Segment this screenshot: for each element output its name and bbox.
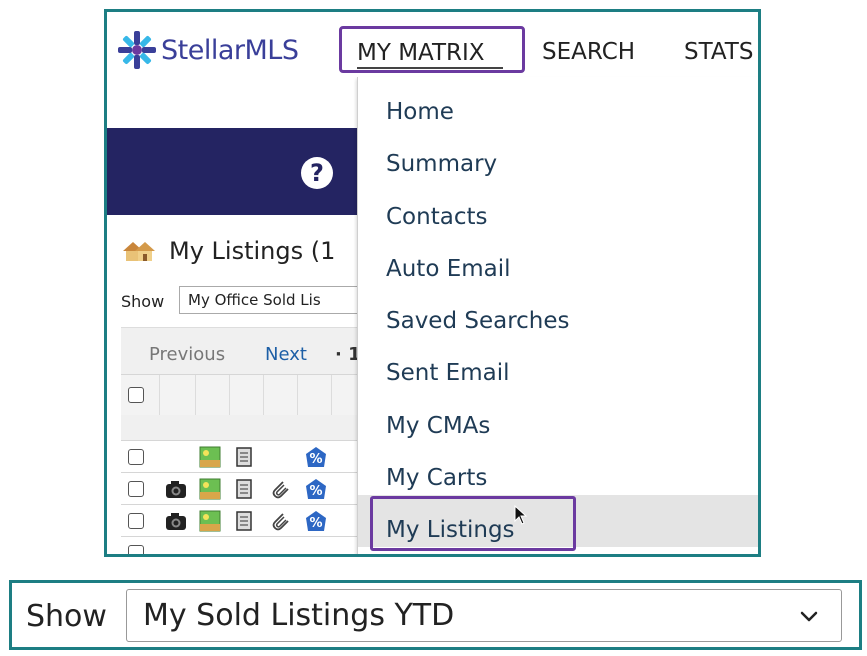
show-label: Show [121, 292, 165, 311]
printer-icon[interactable] [233, 446, 255, 468]
house-icon [123, 242, 155, 261]
show-select-large[interactable]: My Sold Listings YTD [126, 589, 842, 642]
star-burst-logo-icon [118, 31, 156, 69]
photo-icon[interactable] [199, 478, 221, 500]
menu-item-contacts[interactable]: Contacts [386, 204, 487, 230]
menu-item-home[interactable]: Home [386, 99, 454, 125]
row-checkbox[interactable] [128, 481, 144, 497]
row-checkbox[interactable] [128, 449, 144, 465]
show-select-value: My Sold Listings YTD [143, 598, 455, 633]
camera-icon[interactable] [165, 510, 187, 532]
nav-active-underline [357, 67, 503, 69]
menu-item-summary[interactable]: Summary [386, 151, 497, 177]
table-row: % [121, 472, 357, 505]
next-link[interactable]: Next [265, 344, 307, 365]
nav-my-matrix[interactable]: MY MATRIX [357, 40, 485, 66]
svg-text:%: % [309, 516, 322, 531]
previous-link[interactable]: Previous [149, 344, 225, 365]
percent-badge-icon[interactable]: % [305, 510, 327, 532]
paperclip-icon[interactable] [269, 478, 291, 500]
menu-item-my-cmas[interactable]: My CMAs [386, 413, 490, 439]
photo-icon[interactable] [199, 446, 221, 468]
help-icon[interactable]: ? [301, 157, 333, 189]
camera-icon[interactable] [165, 478, 187, 500]
printer-icon[interactable] [233, 478, 255, 500]
listings-title-text: My Listings (1 [169, 237, 336, 265]
grid-header-row [121, 374, 357, 415]
nav-search[interactable]: SEARCH [542, 39, 635, 65]
table-row: % [121, 504, 357, 537]
show-select[interactable]: My Office Sold Lis [179, 286, 379, 314]
my-listings-highlight-box [370, 496, 576, 551]
nav-stats[interactable]: STATS [684, 39, 753, 65]
chevron-down-icon[interactable] [797, 604, 821, 628]
show-select-callout: Show My Sold Listings YTD [9, 580, 862, 650]
percent-badge-icon[interactable]: % [305, 478, 327, 500]
logo-text: StellarMLS [161, 34, 299, 66]
row-checkbox[interactable] [128, 545, 144, 554]
table-row: % [121, 440, 357, 473]
menu-item-my-carts[interactable]: My Carts [386, 465, 487, 491]
paperclip-icon[interactable] [269, 510, 291, 532]
table-row [121, 536, 357, 554]
select-all-checkbox[interactable] [128, 387, 144, 403]
menu-item-auto-email[interactable]: Auto Email [386, 256, 511, 282]
mouse-pointer-icon [514, 505, 528, 525]
svg-text:%: % [309, 484, 322, 499]
matrix-screenshot-panel: StellarMLS MY MATRIX SEARCH STATS ? My L… [104, 9, 761, 557]
listings-title: My Listings (1 [121, 237, 335, 265]
menu-item-sent-email[interactable]: Sent Email [386, 360, 509, 386]
printer-icon[interactable] [233, 510, 255, 532]
menu-item-saved-searches[interactable]: Saved Searches [386, 308, 570, 334]
photo-icon[interactable] [199, 510, 221, 532]
row-checkbox[interactable] [128, 513, 144, 529]
show-label-large: Show [26, 599, 107, 634]
percent-badge-icon[interactable]: % [305, 446, 327, 468]
svg-text:%: % [309, 452, 322, 467]
my-matrix-dropdown-menu: Home Summary Contacts Auto Email Saved S… [357, 77, 758, 554]
stellarmls-logo[interactable]: StellarMLS [117, 31, 299, 69]
